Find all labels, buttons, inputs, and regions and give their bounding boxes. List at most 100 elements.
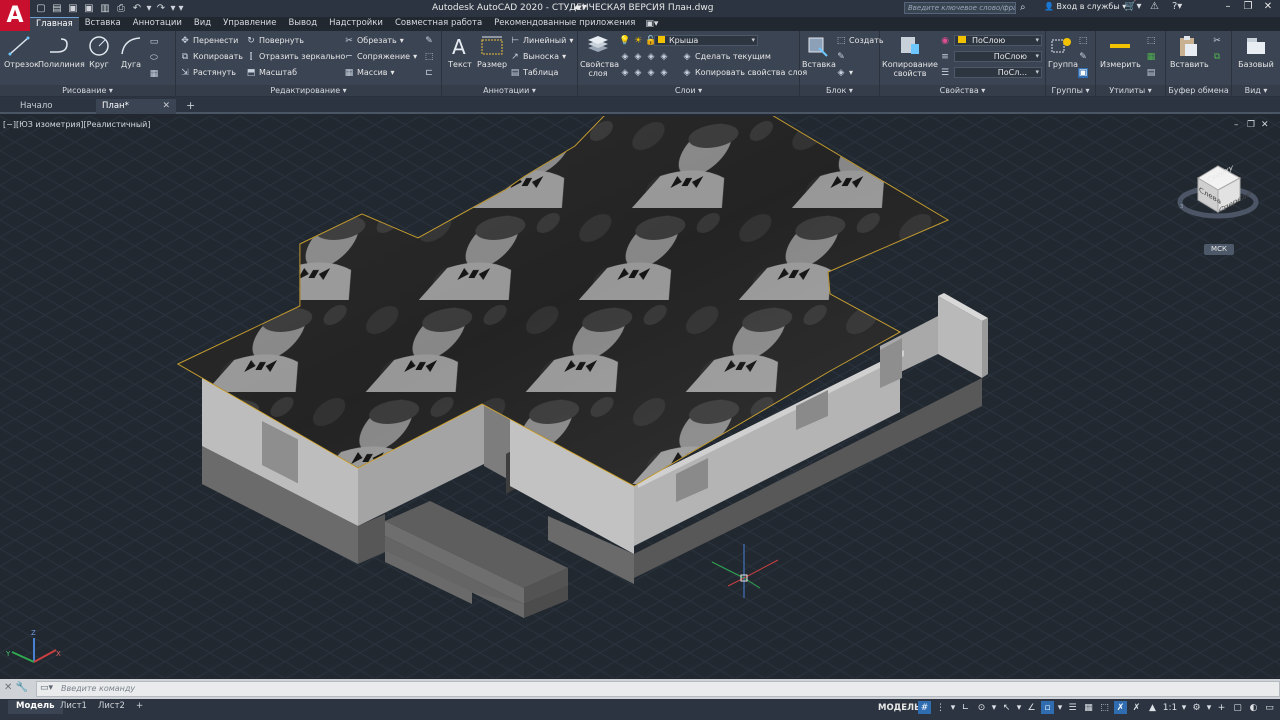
ungroup-button[interactable]: ⬚ (1078, 34, 1088, 47)
panel-draw-title[interactable]: Рисование ▾ (0, 85, 175, 96)
array-button[interactable]: ▦ Массив ▾ (344, 66, 395, 79)
paste-button[interactable]: Вставить (1170, 34, 1209, 69)
polar-icon[interactable]: ⊙ (975, 701, 988, 714)
panel-groups-title[interactable]: Группы ▾ (1046, 85, 1095, 96)
color-wheel-icon[interactable]: ◉ (940, 34, 950, 47)
linetype-icon[interactable]: ≡ (940, 50, 950, 63)
open-file-icon[interactable]: ▤ (50, 2, 64, 15)
object-snap-tracking-icon[interactable]: ∠ (1025, 701, 1038, 714)
command-history-icon[interactable]: ▭▾ (40, 683, 53, 693)
tab-insert[interactable]: Вставка (79, 17, 127, 31)
block-attributes-button[interactable]: ◈ ▾ (836, 66, 853, 79)
search-input[interactable]: Введите ключевое слово/фразу (904, 2, 1016, 14)
table-button[interactable]: ▤ Таблица (510, 66, 559, 79)
lineweight-icon[interactable]: ☰ (940, 66, 950, 79)
units-icon[interactable]: ▢ (1231, 701, 1244, 714)
create-block-button[interactable]: ⬚ Создать (836, 34, 884, 47)
wcs-menu-button[interactable]: МСК (1204, 244, 1234, 255)
layer-tools-row1[interactable]: ◈ ◈ ◈ ◈ (620, 50, 669, 63)
snap-icon[interactable]: ⋮ (934, 701, 947, 714)
transparency-icon[interactable]: ▦ (1082, 701, 1095, 714)
layer-dropdown[interactable]: Крыша (654, 35, 758, 46)
object-snap-icon[interactable]: ▫ (1041, 701, 1054, 714)
isolate-objects-icon[interactable]: ◐ (1247, 701, 1260, 714)
print-icon[interactable]: ⎙ (114, 2, 128, 15)
layer-properties-button[interactable]: Свойства слоя (580, 34, 619, 78)
tab-manage[interactable]: Управление (217, 17, 282, 31)
mirror-button[interactable]: ⫿ Отразить зеркально (246, 50, 346, 63)
offset-button[interactable]: ⊏ (424, 66, 434, 79)
trim-button[interactable]: ✂ Обрезать ▾ (344, 34, 404, 47)
tab-annotate[interactable]: Аннотации (127, 17, 188, 31)
viewport-minimize-icon[interactable]: – (1234, 120, 1239, 130)
share-icon[interactable]: ▰▾ (574, 2, 587, 13)
panel-clipboard-title[interactable]: Буфер обмена (1166, 85, 1231, 96)
match-layer-button[interactable]: ◈ Копировать свойства слоя (682, 66, 808, 79)
rotate-button[interactable]: ↻ Повернуть (246, 34, 304, 47)
leader-button[interactable]: ↗ Выноска ▾ (510, 50, 566, 63)
exchange-icon[interactable]: ⚠ (1150, 1, 1159, 12)
tab-addins[interactable]: Надстройки (323, 17, 389, 31)
linetype-dropdown[interactable]: ПоСлою (954, 51, 1042, 62)
group-edit-button[interactable]: ✎ (1078, 50, 1088, 63)
panel-annotation-title[interactable]: Аннотации ▾ (442, 85, 577, 96)
fillet-button[interactable]: ⌐ Сопряжение ▾ (344, 50, 417, 63)
help-icon[interactable]: ?▾ (1172, 1, 1182, 12)
measure-button[interactable]: Измерить (1100, 34, 1141, 69)
customize-qat-icon[interactable]: ▾ (178, 2, 184, 15)
redo-dropdown-icon[interactable]: ▾ (170, 2, 176, 15)
edit-block-button[interactable]: ✎ (836, 50, 846, 63)
quick-select-button[interactable]: ⬚ (1146, 34, 1156, 47)
redo-icon[interactable]: ↷ (154, 2, 168, 15)
undo-icon[interactable]: ↶ (130, 2, 144, 15)
web-save-icon[interactable]: ▥ (98, 2, 112, 15)
color-dropdown[interactable]: ПоСлою (954, 35, 1042, 46)
lineweight-dropdown[interactable]: ПоСл... (954, 67, 1042, 78)
tab-start[interactable]: Начало (0, 99, 92, 114)
panel-block-title[interactable]: Блок ▾ (800, 85, 879, 96)
scale-value[interactable]: 1:1 (1162, 701, 1178, 714)
text-button[interactable]: A Текст (446, 34, 474, 69)
model-space-toggle[interactable]: МОДЕЛЬ (878, 703, 921, 713)
auto-scale-icon[interactable]: ✗ (1130, 701, 1143, 714)
rectangle-tool[interactable]: ▭ (149, 35, 159, 48)
sign-in-button[interactable]: 👤 Вход в службы ▾ (1044, 2, 1126, 11)
panel-properties-title[interactable]: Свойства ▾ (880, 85, 1045, 96)
move-button[interactable]: ✥ Перенести (180, 34, 238, 47)
new-tab-icon[interactable]: + (186, 99, 195, 112)
annotation-scale-icon[interactable]: ▲ (1146, 701, 1159, 714)
app-menu-button[interactable]: A (0, 0, 30, 31)
cart-icon[interactable]: 🛒▾ (1124, 1, 1141, 12)
tab-layout2[interactable]: Лист2 (90, 700, 133, 714)
hardware-acceleration-icon[interactable]: ▭ (1263, 701, 1276, 714)
model-space-canvas[interactable]: Z Y X С З (0, 116, 1280, 678)
scale-button[interactable]: ⬒ Масштаб (246, 66, 297, 79)
tab-home[interactable]: Главная (30, 17, 79, 31)
search-icon[interactable]: ⌕ (1020, 2, 1026, 13)
new-file-icon[interactable]: ▢ (34, 2, 48, 15)
add-layout-icon[interactable]: + (128, 700, 151, 714)
workspace-gear-icon[interactable]: ⚙ (1190, 701, 1203, 714)
close-tab-icon[interactable]: ✕ (162, 99, 170, 113)
explode-button[interactable]: ⬚ (424, 50, 434, 63)
panel-view-title[interactable]: Вид ▾ (1232, 85, 1280, 96)
minimize-button[interactable]: – (1220, 1, 1236, 12)
lineweight-toggle-icon[interactable]: ☰ (1066, 701, 1079, 714)
command-input[interactable]: Введите команду (36, 681, 1280, 697)
panel-utilities-title[interactable]: Утилиты ▾ (1096, 85, 1165, 96)
make-current-button[interactable]: ◈ Сделать текущим (682, 50, 771, 63)
panel-layers-title[interactable]: Слои ▾ (578, 85, 799, 96)
scale-dropdown-icon[interactable]: ▾ (1181, 701, 1187, 714)
save-icon[interactable]: ▣ (66, 2, 80, 15)
erase-button[interactable]: ✎ (424, 34, 434, 47)
layer-tools-row2[interactable]: ◈ ◈ ◈ ◈ (620, 66, 669, 79)
group-select-button[interactable]: ▣ (1078, 66, 1088, 79)
stretch-button[interactable]: ⇲ Растянуть (180, 66, 236, 79)
polar-dropdown-icon[interactable]: ▾ (991, 701, 997, 714)
viewport-controls-label[interactable]: [−][ЮЗ изометрия][Реалистичный] (3, 120, 150, 129)
isodraft-dropdown-icon[interactable]: ▾ (1016, 701, 1022, 714)
cut-button[interactable]: ✂ (1212, 34, 1222, 47)
tab-output[interactable]: Вывод (282, 17, 323, 31)
hatch-tool[interactable]: ▦ (149, 67, 159, 80)
maximize-button[interactable]: ❐ (1240, 1, 1256, 12)
